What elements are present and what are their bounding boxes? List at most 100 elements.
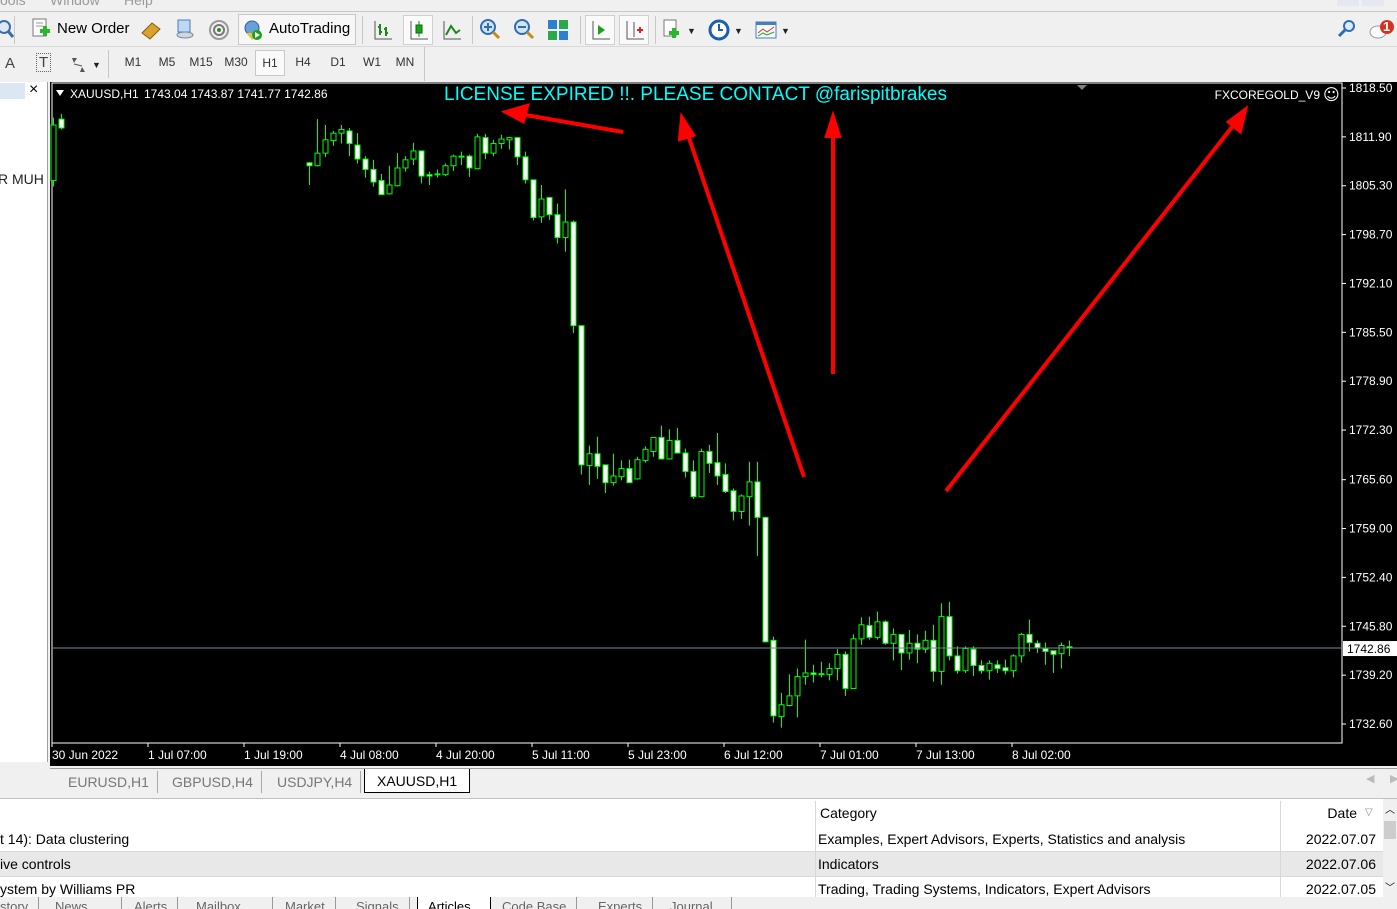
bear-candle (58, 113, 65, 130)
timeframe-w1[interactable]: W1 (357, 55, 387, 69)
search-icon[interactable] (1336, 18, 1358, 40)
scroll-down-icon[interactable]: ﹀ (1385, 879, 1395, 894)
chart-menu-triangle-icon[interactable] (56, 90, 64, 96)
candle-body (338, 128, 345, 134)
navigator-item[interactable]: R MUH (0, 171, 44, 187)
chart-shift-button[interactable] (619, 15, 649, 45)
candles-group (50, 113, 1073, 728)
messages-icon[interactable] (1368, 19, 1396, 41)
timeframe-mn[interactable]: MN (390, 55, 420, 69)
minimize-button[interactable]: – (1337, 0, 1359, 6)
terminal-tab-journal[interactable]: Journal (660, 897, 732, 909)
text-tool-icon[interactable]: A (5, 55, 15, 72)
templates-dropdown-icon[interactable]: ▼ (781, 26, 790, 36)
scrollbar-thumb[interactable] (1384, 821, 1396, 839)
chart-window[interactable]: 1818.50 1811.90 1805.30 1798.70 1792.10 1785.… (50, 82, 1397, 766)
arrow-head-icon (677, 112, 697, 142)
timeframe-m1[interactable]: M1 (118, 55, 148, 69)
terminal-tab-alerts[interactable]: Alerts (124, 897, 179, 909)
timeframe-h4[interactable]: H4 (288, 55, 318, 69)
time-tick-label: 1 Jul 19:00 (244, 748, 303, 762)
article-row[interactable]: ive controls Indicators 2022.07.06 (0, 852, 1383, 877)
terminal-tab-articles[interactable]: Articles (417, 897, 491, 909)
chart-tab-eurusd[interactable]: EURUSD,H1 (60, 771, 158, 793)
chart-shift-marker-icon[interactable] (1077, 85, 1087, 90)
line-chart-icon[interactable] (441, 19, 463, 41)
candle-body (386, 184, 393, 195)
candle-body (554, 214, 561, 239)
candle-body (610, 475, 617, 484)
terminal-tab-news[interactable]: News (45, 897, 122, 909)
scroll-up-icon[interactable]: ︿ (1385, 801, 1395, 816)
terminal-tab-code-base[interactable]: Code Base (492, 897, 578, 909)
bear-candle (882, 620, 889, 645)
arrows-dropdown-icon[interactable]: ▼ (92, 60, 101, 70)
timeframe-m30[interactable]: M30 (221, 55, 251, 69)
candle-body (1002, 667, 1009, 672)
text-label-tool-icon[interactable]: T (36, 53, 52, 72)
autotrading-button[interactable]: AutoTrading (238, 14, 356, 45)
bull-candle (986, 660, 993, 680)
candle-body (594, 453, 601, 467)
indicators-dropdown-icon[interactable]: ▼ (687, 26, 696, 36)
timeframe-m15[interactable]: M15 (186, 55, 216, 69)
bear-candle (578, 325, 585, 475)
bull-candle (858, 617, 865, 645)
zoom-out-icon[interactable] (513, 18, 535, 40)
bear-candle (818, 661, 825, 678)
bull-candle (450, 154, 457, 171)
scroll-tabs-right-icon[interactable]: ▶ (1390, 772, 1397, 785)
candle-body (946, 616, 953, 657)
candle-body (930, 639, 937, 672)
price-tick-label: 1785.50 (1349, 325, 1393, 339)
bear-candle (546, 196, 553, 220)
navigator-icon[interactable] (174, 18, 196, 40)
candle-body (802, 672, 809, 678)
arrows-tool-icon[interactable] (68, 54, 90, 76)
candle-body (866, 625, 873, 638)
autoscroll-button[interactable] (585, 15, 615, 45)
terminal-tab-experts[interactable]: Experts (588, 897, 654, 909)
menu-tools[interactable]: ools (0, 0, 26, 8)
menu-window[interactable]: Window (50, 0, 100, 8)
bull-candle (906, 629, 913, 660)
menu-help[interactable]: Help (124, 0, 153, 8)
terminal-tab-signals[interactable]: Signals (346, 897, 410, 909)
article-row[interactable]: t 14): Data clustering Examples, Expert … (0, 827, 1383, 852)
maximize-button[interactable]: □ (1362, 0, 1384, 6)
bear-candle (914, 634, 921, 664)
terminal-tab-history[interactable]: story (0, 897, 40, 909)
signals-icon[interactable] (208, 19, 230, 41)
chart-tab-usdjpy[interactable]: USDJPY,H4 (269, 771, 362, 793)
tile-windows-icon[interactable] (547, 19, 569, 41)
bull-candle (50, 117, 57, 187)
market-watch-gold-icon[interactable] (140, 19, 162, 41)
candle-body (682, 452, 689, 473)
price-chart[interactable]: 1818.50 1811.90 1805.30 1798.70 1792.10 1785.… (50, 82, 1397, 766)
chart-tab-xauusd[interactable]: XAUUSD,H1 (364, 769, 471, 793)
candle-body (626, 468, 633, 484)
timeframe-m5[interactable]: M5 (152, 55, 182, 69)
terminal-tab-market[interactable]: Market (275, 897, 336, 909)
periods-clock-icon[interactable] (708, 19, 730, 41)
templates-icon[interactable] (755, 19, 777, 41)
timeframe-d1[interactable]: D1 (323, 55, 353, 69)
bar-chart-icon[interactable] (372, 19, 394, 41)
candle-body (970, 648, 977, 667)
terminal-tabs: story News Alerts Mailbox Market Signals… (0, 897, 1397, 909)
close-navigator-button[interactable]: × (29, 81, 38, 99)
timeframe-h1[interactable]: H1 (255, 50, 285, 76)
zoom-in-icon[interactable] (479, 18, 501, 40)
price-tick-label: 1732.60 (1349, 717, 1393, 731)
candle-body (890, 633, 897, 644)
chart-tab-gbpusd[interactable]: GBPUSD,H4 (164, 771, 262, 793)
menu-bar: ools Window Help – □ (0, 0, 1397, 10)
terminal-tab-mailbox[interactable]: Mailbox (186, 897, 273, 909)
column-header-category[interactable]: Category (815, 801, 877, 827)
candle-body (490, 143, 497, 154)
periods-dropdown-icon[interactable]: ▼ (734, 26, 743, 36)
indicators-icon[interactable] (661, 19, 683, 41)
articles-scrollbar[interactable]: ︿ ﹀ (1383, 799, 1397, 899)
candlestick-chart-button[interactable] (403, 15, 433, 45)
scroll-tabs-left-icon[interactable]: ◀ (1366, 772, 1374, 785)
